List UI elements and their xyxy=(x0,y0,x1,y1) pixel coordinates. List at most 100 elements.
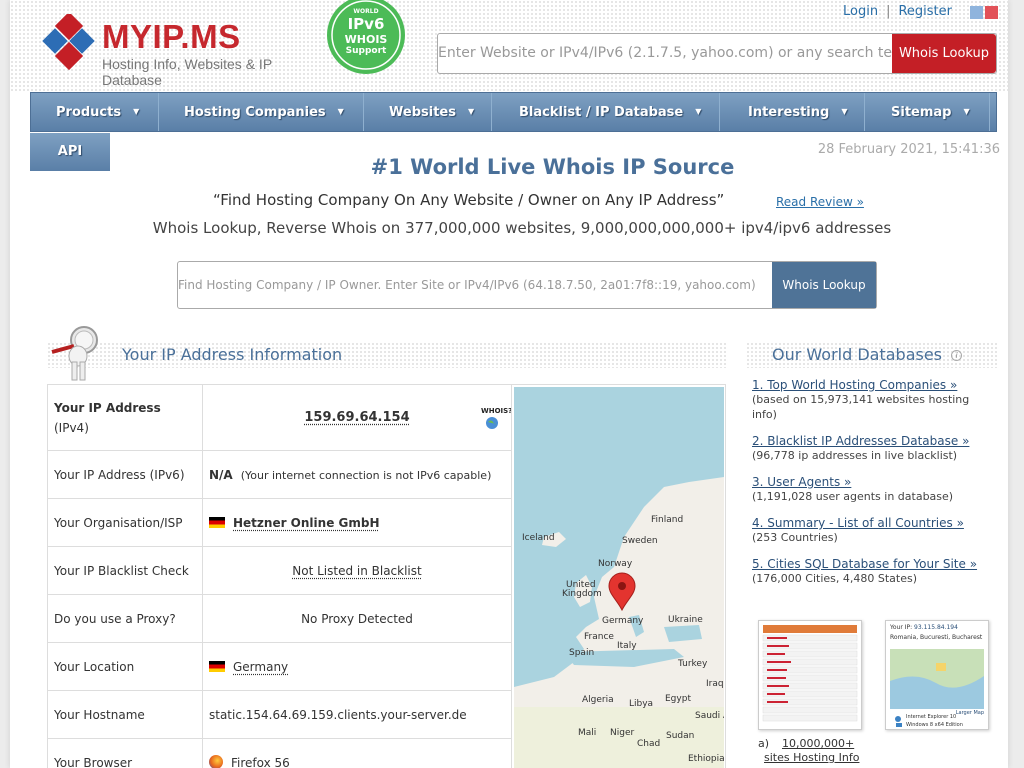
ip-label-sub: (IPv4) xyxy=(54,420,89,435)
ipv6-badge-support: Support xyxy=(345,46,387,56)
info-icon[interactable]: i xyxy=(951,350,963,361)
nav-blacklist[interactable]: Blacklist / IP Database ▼ xyxy=(492,93,720,131)
whois-globe-icon[interactable]: WHOIS? xyxy=(481,407,512,431)
firefox-icon xyxy=(209,755,223,768)
magnifier-mascot-icon xyxy=(48,322,108,384)
ip-value-cell: 159.69.64.154 WHOIS? xyxy=(202,384,512,451)
databases-title: Our World Databases i xyxy=(772,345,963,364)
browser-value: Firefox 56 xyxy=(231,756,290,768)
logo[interactable]: MYIP.MS Hosting Info, Websites & IP Data… xyxy=(40,12,320,88)
table-row: Your Hostname static.154.64.69.159.clien… xyxy=(47,690,512,739)
germany-flag-icon xyxy=(209,516,225,528)
map-label: Spain xyxy=(569,648,595,658)
ipv6-badge-world: WORLD xyxy=(353,8,379,15)
ip-label-cell: Your IP Address (IPv4) xyxy=(47,384,203,451)
table-row: Your IP Blacklist Check Not Listed in Bl… xyxy=(47,546,512,595)
table-row: Your IP Address (IPv6) N/A (Your internet… xyxy=(47,450,512,499)
isp-value-cell: Hetzner Online GmbH xyxy=(202,498,512,547)
thumb-location: Romania, Bucuresti, Bucharest xyxy=(890,634,983,641)
hosting-thumbnail[interactable] xyxy=(758,620,862,730)
map-canvas: Iceland Finland Sweden Norway United Kin… xyxy=(514,387,724,768)
logo-tagline: Hosting Info, Websites & IP Database xyxy=(102,56,272,88)
location-map[interactable]: Iceland Finland Sweden Norway United Kin… xyxy=(511,384,726,768)
nav-sitemap[interactable]: Sitemap ▼ xyxy=(865,93,990,131)
thumb-map-link: Larger Map xyxy=(955,710,984,716)
db-link-countries[interactable]: 4. Summary - List of all Countries » xyxy=(752,516,992,530)
logo-diamond-icon xyxy=(42,14,95,71)
ipinfo-thumbnail[interactable]: Your IP: 93.115.84.194 Romania, Bucurest… xyxy=(885,620,989,730)
db-sub: (based on 15,973,141 websites hosting in… xyxy=(752,393,970,421)
register-link[interactable]: Register xyxy=(890,4,960,19)
ipv6-note: (Your internet connection is not IPv6 ca… xyxy=(240,468,492,482)
map-label: Germany xyxy=(602,616,644,626)
germany-flag-icon xyxy=(209,660,225,672)
db-link-blacklist[interactable]: 2. Blacklist IP Addresses Database » xyxy=(752,434,992,448)
ip-info-table: Your IP Address (IPv4) 159.69.64.154 WHO… xyxy=(47,384,512,768)
map-label: Iceland xyxy=(522,533,555,543)
ip-address-value[interactable]: 159.69.64.154 xyxy=(304,410,409,425)
thumb-caption-link-1[interactable]: 10,000,000+ xyxy=(782,737,854,750)
nav-blacklist-label: Blacklist / IP Database xyxy=(519,105,684,120)
header-whois-button[interactable]: Whois Lookup xyxy=(892,34,996,73)
ip-label: Your IP Address xyxy=(54,400,161,415)
browser-value-cell: Firefox 56 xyxy=(202,738,512,768)
table-row: Your IP Address (IPv4) 159.69.64.154 WHO… xyxy=(47,384,512,451)
map-label: Sweden xyxy=(622,536,658,546)
db-sub: (96,778 ip addresses in live blacklist) xyxy=(752,449,958,462)
nav-interesting[interactable]: Interesting ▼ xyxy=(720,93,865,131)
location-value-cell: Germany xyxy=(202,642,512,691)
thumb-ip: 93.115.84.194 xyxy=(914,624,958,631)
db-link-cities[interactable]: 5. Cities SQL Database for Your Site » xyxy=(752,557,992,571)
thumb-os: Windows 8 x64 Edition xyxy=(906,722,963,728)
map-label: Ukraine xyxy=(668,615,703,625)
nav-hosting-companies[interactable]: Hosting Companies ▼ xyxy=(159,93,364,131)
thumb-caption-link-2[interactable]: sites Hosting Info xyxy=(764,751,859,764)
red-theme-icon[interactable] xyxy=(985,6,998,19)
list-item: 1. Top World Hosting Companies » (based … xyxy=(752,378,992,422)
theme-switcher xyxy=(968,4,998,23)
proxy-label: Do you use a Proxy? xyxy=(47,594,203,643)
nav-products[interactable]: Products ▼ xyxy=(31,93,159,131)
ipv6-whois-badge[interactable]: WORLD IPv6 WHOIS Support xyxy=(325,0,407,74)
map-label: Libya xyxy=(629,699,654,709)
login-link[interactable]: Login xyxy=(835,4,886,19)
nav-interesting-label: Interesting xyxy=(748,105,830,120)
table-row: Your Location Germany xyxy=(47,642,512,691)
blacklist-label: Your IP Blacklist Check xyxy=(47,546,203,595)
main-nav: Products ▼ Hosting Companies ▼ Websites ▼ B… xyxy=(30,92,997,132)
ipv6-label: Your IP Address (IPv6) xyxy=(47,450,203,499)
table-row: Do you use a Proxy? No Proxy Detected xyxy=(47,594,512,643)
blue-theme-icon[interactable] xyxy=(970,6,983,19)
db-sub: (176,000 Cities, 4,480 States) xyxy=(752,572,917,585)
table-row: Your Browser Firefox 56 xyxy=(47,738,512,768)
map-label: Italy xyxy=(617,641,637,651)
map-label: Iraq xyxy=(706,679,724,689)
hero-subtitle: Whois Lookup, Reverse Whois on 377,000,0… xyxy=(152,219,892,237)
proxy-value: No Proxy Detected xyxy=(202,594,512,643)
nav-hosting-companies-label: Hosting Companies xyxy=(184,105,326,120)
location-value[interactable]: Germany xyxy=(233,660,288,674)
header-search-input[interactable]: Enter Website or IPv4/IPv6 (2.1.7.5, yah… xyxy=(438,45,893,61)
db-link-user-agents[interactable]: 3. User Agents » xyxy=(752,475,992,489)
ipv6-value: N/A xyxy=(209,467,233,482)
top-links: Login | Register xyxy=(835,4,960,19)
db-link-hosting[interactable]: 1. Top World Hosting Companies » xyxy=(752,378,992,392)
nav-websites[interactable]: Websites ▼ xyxy=(364,93,492,131)
triangle-down-icon: ▼ xyxy=(467,107,475,116)
isp-value[interactable]: Hetzner Online GmbH xyxy=(233,516,380,530)
browser-label: Your Browser xyxy=(47,738,203,768)
main-whois-button[interactable]: Whois Lookup xyxy=(772,262,876,308)
main-search-input[interactable]: Find Hosting Company / IP Owner. Enter S… xyxy=(178,278,773,292)
map-label: Kingdom xyxy=(562,589,602,599)
map-label: Sudan xyxy=(666,731,695,741)
location-pin-icon[interactable] xyxy=(607,572,637,612)
isp-label: Your Organisation/ISP xyxy=(47,498,203,547)
map-label: Turkey xyxy=(678,659,708,669)
map-label: Saudi A xyxy=(695,711,724,721)
blacklist-value[interactable]: Not Listed in Blacklist xyxy=(292,564,421,578)
map-label: Mali xyxy=(578,728,597,738)
location-label: Your Location xyxy=(47,642,203,691)
read-review-link[interactable]: Read Review » xyxy=(776,195,864,209)
thumb-browser: Internet Explorer 10 xyxy=(906,714,957,720)
triangle-down-icon: ▼ xyxy=(841,107,848,116)
